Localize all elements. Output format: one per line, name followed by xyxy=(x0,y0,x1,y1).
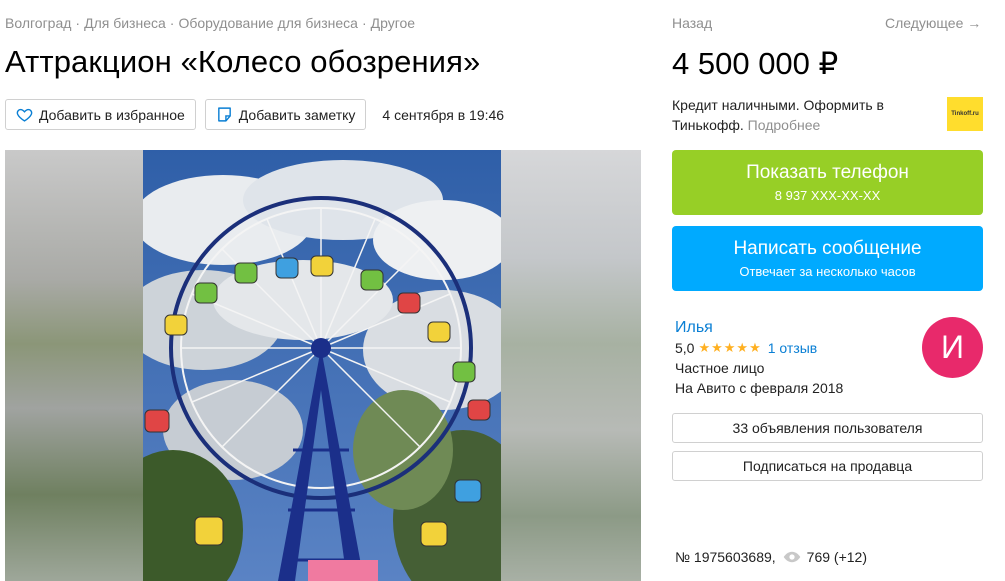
listing-actions: Добавить в избранное Добавить заметку 4 … xyxy=(5,99,504,130)
blurred-photo-left xyxy=(5,150,143,581)
publish-date: 4 сентября в 19:46 xyxy=(382,106,505,123)
back-link[interactable]: Назад xyxy=(672,15,712,31)
reviews-link[interactable]: 1 отзыв xyxy=(768,338,818,358)
avatar[interactable]: И xyxy=(922,317,983,378)
subscribe-button[interactable]: Подписаться на продавца xyxy=(672,451,983,481)
listing-number: № 1975603689, xyxy=(675,549,776,565)
write-message-button[interactable]: Написать сообщение Отвечает за несколько… xyxy=(672,226,983,291)
user-ads-button[interactable]: 33 объявления пользователя xyxy=(672,413,983,443)
photo-gallery[interactable] xyxy=(5,150,641,581)
add-favorite-label: Добавить в избранное xyxy=(39,106,185,123)
write-message-label: Написать сообщение xyxy=(733,238,922,259)
breadcrumb-item-other[interactable]: Другое xyxy=(371,15,415,31)
breadcrumb-item-city[interactable]: Волгоград xyxy=(5,15,71,31)
view-count: 769 (+12) xyxy=(806,549,867,565)
response-time-note: Отвечает за несколько часов xyxy=(739,264,916,279)
add-favorite-button[interactable]: Добавить в избранное xyxy=(5,99,196,130)
add-note-label: Добавить заметку xyxy=(238,106,356,123)
blurred-photo-right xyxy=(501,150,641,581)
seller-rating: 5,0 ★★★★★ 1 отзыв xyxy=(675,338,843,358)
show-phone-label: Показать телефон xyxy=(746,162,909,183)
breadcrumb-item-business[interactable]: Для бизнеса xyxy=(84,15,166,31)
add-note-button[interactable]: Добавить заметку xyxy=(204,99,367,130)
seller-name[interactable]: Илья xyxy=(675,318,843,338)
avatar-letter: И xyxy=(941,329,964,365)
credit-offer: Кредит наличными. Оформить в Тинькофф. П… xyxy=(672,95,902,135)
eye-icon xyxy=(783,551,801,563)
next-link[interactable]: Следующее → xyxy=(885,15,981,31)
phone-number-masked: 8 937 XXX-XX-XX xyxy=(774,188,881,203)
breadcrumb-separator: · xyxy=(169,15,175,31)
tinkoff-logo[interactable]: Tinkoff.ru xyxy=(947,97,983,131)
seller-type: Частное лицо xyxy=(675,360,765,376)
price: 4 500 000 ₽ xyxy=(672,46,839,81)
credit-more-link[interactable]: Подробнее xyxy=(748,117,821,133)
rating-value: 5,0 xyxy=(675,340,695,356)
show-phone-button[interactable]: Показать телефон 8 937 XXX-XX-XX xyxy=(672,150,983,215)
seller-info: Илья 5,0 ★★★★★ 1 отзыв Частное лицо На А… xyxy=(675,318,843,398)
breadcrumb-item-equipment[interactable]: Оборудование для бизнеса xyxy=(178,15,357,31)
heart-icon xyxy=(16,106,33,123)
page-title: Аттракцион «Колесо обозрения» xyxy=(5,44,481,79)
star-rating-icon: ★★★★★ xyxy=(698,340,762,355)
breadcrumb-separator: · xyxy=(75,15,81,31)
breadcrumb: Волгоград · Для бизнеса · Оборудование для б… xyxy=(5,15,415,31)
note-icon xyxy=(216,106,233,123)
tinkoff-logo-text: Tinkoff.ru xyxy=(951,111,979,117)
breadcrumb-separator: · xyxy=(361,15,367,31)
listing-meta: № 1975603689, 769 (+12) xyxy=(675,549,867,565)
seller-since: На Авито с февраля 2018 xyxy=(675,380,844,396)
ferris-wheel-photo[interactable] xyxy=(143,150,501,581)
